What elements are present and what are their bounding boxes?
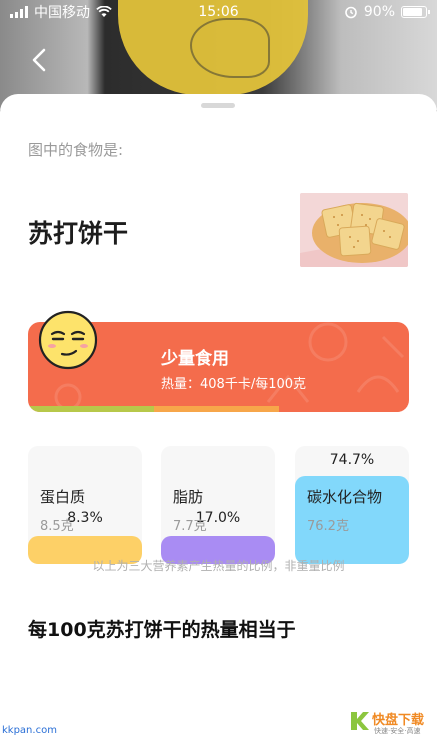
smirk-face-icon — [38, 310, 98, 370]
status-bar: 中国移动 15:06 90% — [0, 0, 437, 24]
fat-amount: 7.7克 — [173, 519, 207, 534]
calorie-info: 热量：408千卡/每100克 — [161, 377, 307, 392]
carbs-label: 碳水化合物 — [307, 488, 383, 506]
food-prompt: 图中的食物是: — [28, 141, 124, 159]
result-sheet: 图中的食物是: 苏打饼干 少量食用 热量：408千卡/每100克 8.3% 17… — [0, 94, 437, 739]
battery-icon — [401, 6, 430, 18]
calorie-equivalent-title: 每100克苏打饼干的热量相当于 — [28, 619, 296, 641]
advice-title: 少量食用 — [161, 349, 229, 369]
advice-level-bar — [28, 406, 409, 412]
food-name: 苏打饼干 — [28, 219, 129, 248]
drag-handle[interactable] — [201, 103, 235, 108]
brand-k-icon — [351, 712, 369, 730]
food-thumbnail[interactable] — [300, 193, 408, 267]
brand-slogan: 快速·安全·高速 — [374, 727, 421, 735]
energy-ratio-note: 以上为三大营养素产生热量的比例，非重量比例 — [92, 559, 345, 573]
protein-label: 蛋白质 — [40, 488, 86, 506]
fat-label: 脂肪 — [173, 488, 204, 506]
carbs-amount: 76.2克 — [307, 519, 349, 534]
status-time: 15:06 — [198, 4, 239, 20]
back-arrow-icon[interactable] — [26, 46, 54, 74]
watermark-url: kkpan.com — [2, 725, 57, 736]
carbs-percent: 74.7% — [329, 452, 375, 468]
protein-amount: 8.5克 — [40, 519, 74, 534]
watermark-brand: 快盘下载 快速·安全·高速 — [348, 708, 434, 736]
